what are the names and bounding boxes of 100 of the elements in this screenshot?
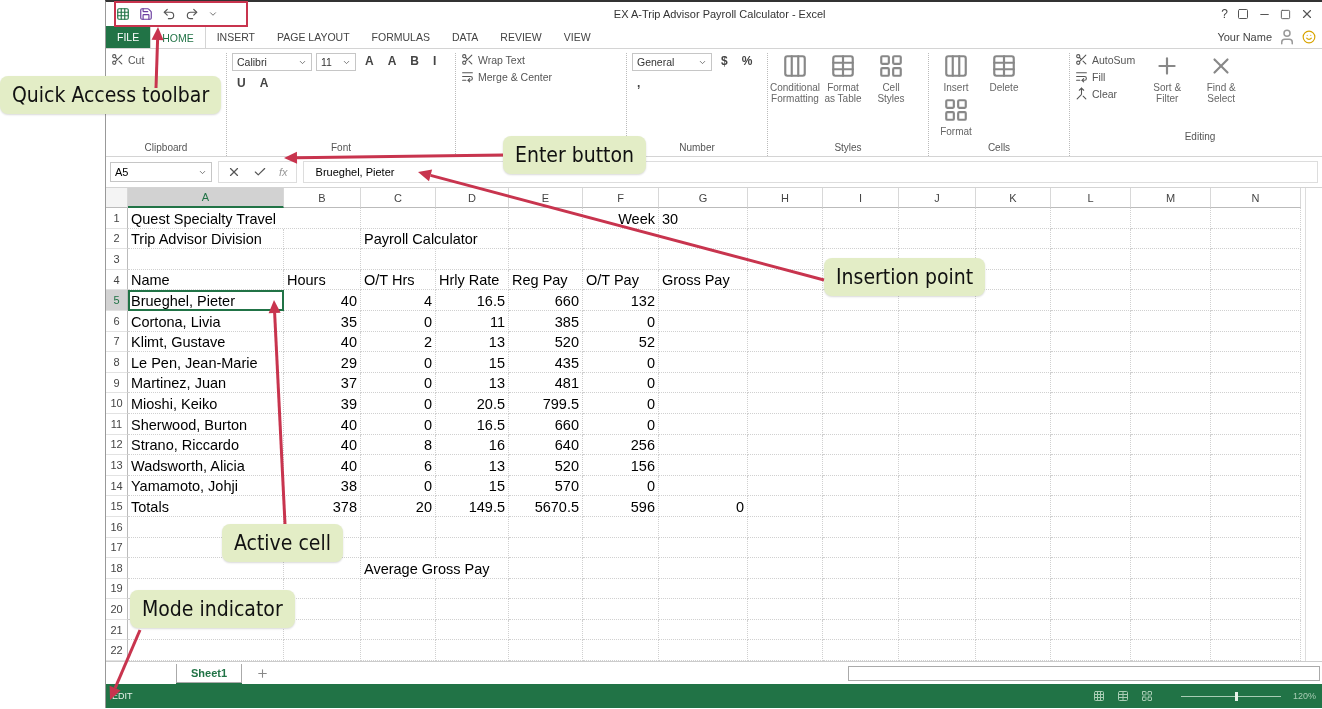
spreadsheet-cell[interactable] <box>1051 434 1131 456</box>
ribbon-command[interactable]: AutoSum <box>1075 53 1136 66</box>
spreadsheet-cell[interactable] <box>509 599 583 620</box>
ribbon-tab[interactable]: VIEW <box>552 26 602 48</box>
row-header[interactable]: 13 <box>106 455 128 476</box>
spreadsheet-cell[interactable] <box>284 640 361 662</box>
spreadsheet-cell[interactable] <box>509 208 583 229</box>
ribbon-command[interactable]: Format <box>934 97 978 137</box>
spreadsheet-cell[interactable] <box>748 475 823 497</box>
spreadsheet-cell[interactable] <box>509 619 583 641</box>
format-button[interactable]: $ <box>716 53 733 71</box>
name-box[interactable]: A5 <box>110 162 212 182</box>
column-header[interactable]: L <box>1051 188 1131 208</box>
spreadsheet-cell[interactable]: 640 <box>509 434 583 456</box>
spreadsheet-cell[interactable] <box>1131 455 1211 476</box>
spreadsheet-cell[interactable]: 40 <box>284 413 361 435</box>
row-header[interactable]: 18 <box>106 558 128 579</box>
spreadsheet-cell[interactable]: 37 <box>284 372 361 394</box>
spreadsheet-cell[interactable]: 40 <box>284 331 361 353</box>
spreadsheet-cell[interactable]: 16 <box>436 434 509 456</box>
spreadsheet-cell[interactable] <box>899 434 976 456</box>
column-header[interactable]: B <box>284 188 361 208</box>
row-header[interactable]: 19 <box>106 578 128 600</box>
spreadsheet-cell[interactable] <box>1051 496 1131 517</box>
row-header[interactable]: 15 <box>106 496 128 517</box>
spreadsheet-cell[interactable] <box>659 372 748 394</box>
spreadsheet-cell[interactable]: 15 <box>436 475 509 497</box>
spreadsheet-cell[interactable] <box>659 352 748 373</box>
spreadsheet-cell[interactable] <box>1131 599 1211 620</box>
spreadsheet-cell[interactable] <box>976 228 1051 250</box>
spreadsheet-cell[interactable] <box>1051 269 1131 291</box>
spreadsheet-cell[interactable]: 0 <box>659 496 748 517</box>
spreadsheet-cell[interactable] <box>976 558 1051 579</box>
spreadsheet-cell[interactable] <box>748 331 823 353</box>
spreadsheet-cell[interactable] <box>1211 475 1301 497</box>
spreadsheet-cell[interactable] <box>361 640 436 662</box>
spreadsheet-cell[interactable] <box>748 537 823 559</box>
ribbon-tab[interactable]: PAGE LAYOUT <box>266 26 361 48</box>
spreadsheet-cell[interactable] <box>1051 393 1131 414</box>
spreadsheet-cell[interactable]: O/T Hrs <box>361 269 436 291</box>
spreadsheet-cell[interactable] <box>1051 558 1131 579</box>
spreadsheet-cell[interactable] <box>436 516 509 538</box>
spreadsheet-cell[interactable] <box>976 619 1051 641</box>
spreadsheet-cell[interactable] <box>976 310 1051 332</box>
format-button[interactable]: % <box>736 53 758 71</box>
spreadsheet-cell[interactable] <box>1211 516 1301 538</box>
spreadsheet-cell[interactable] <box>748 249 823 270</box>
spreadsheet-cell[interactable] <box>1051 310 1131 332</box>
format-button[interactable]: A <box>254 75 274 91</box>
spreadsheet-cell[interactable]: 0 <box>361 413 436 435</box>
spreadsheet-cell[interactable] <box>659 228 748 250</box>
spreadsheet-cell[interactable] <box>1211 269 1301 291</box>
spreadsheet-cell[interactable] <box>1131 393 1211 414</box>
spreadsheet-cell[interactable] <box>823 310 899 332</box>
spreadsheet-cell[interactable]: 596 <box>583 496 659 517</box>
spreadsheet-cell[interactable] <box>976 393 1051 414</box>
spreadsheet-cell[interactable] <box>899 413 976 435</box>
spreadsheet-cell[interactable] <box>899 455 976 476</box>
spreadsheet-cell[interactable] <box>1051 599 1131 620</box>
spreadsheet-cell[interactable] <box>659 516 748 538</box>
spreadsheet-cell[interactable] <box>1051 578 1131 600</box>
spreadsheet-cell[interactable]: 16.5 <box>436 413 509 435</box>
spreadsheet-cell[interactable]: 29 <box>284 352 361 373</box>
spreadsheet-cell[interactable] <box>748 496 823 517</box>
spreadsheet-cell[interactable] <box>1211 228 1301 250</box>
ribbon-command[interactable]: Wrap Text <box>461 53 621 66</box>
ribbon-tab[interactable]: FORMULAS <box>360 26 441 48</box>
format-button[interactable]: A <box>382 53 402 71</box>
page-layout-icon[interactable] <box>1116 690 1129 702</box>
spreadsheet-cell[interactable] <box>284 249 361 270</box>
spreadsheet-cell[interactable] <box>823 372 899 394</box>
spreadsheet-cell[interactable] <box>1211 352 1301 373</box>
format-button[interactable]: B <box>405 53 424 71</box>
spreadsheet-cell[interactable] <box>976 208 1051 229</box>
spreadsheet-cell[interactable] <box>1051 475 1131 497</box>
spreadsheet-cell[interactable] <box>659 578 748 600</box>
column-header[interactable]: F <box>583 188 659 208</box>
zoom-level[interactable]: 120% <box>1292 691 1316 701</box>
row-header[interactable]: 20 <box>106 599 128 620</box>
spreadsheet-cell[interactable]: Sherwood, Burton <box>128 413 284 435</box>
ribbon-display-icon[interactable] <box>1237 8 1249 20</box>
spreadsheet-cell[interactable] <box>976 496 1051 517</box>
spreadsheet-cell[interactable] <box>1211 496 1301 517</box>
spreadsheet-cell[interactable] <box>748 434 823 456</box>
spreadsheet-cell[interactable] <box>748 228 823 250</box>
spreadsheet-cell[interactable] <box>1131 413 1211 435</box>
column-header[interactable]: N <box>1211 188 1301 208</box>
spreadsheet-cell[interactable] <box>1131 475 1211 497</box>
row-header[interactable]: 1 <box>106 208 128 229</box>
spreadsheet-cell[interactable] <box>1211 558 1301 579</box>
spreadsheet-cell[interactable] <box>1051 372 1131 394</box>
spreadsheet-cell[interactable] <box>748 640 823 662</box>
spreadsheet-cell[interactable]: 149.5 <box>436 496 509 517</box>
spreadsheet-cell[interactable] <box>748 310 823 332</box>
spreadsheet-cell[interactable] <box>976 352 1051 373</box>
spreadsheet-cell[interactable] <box>823 413 899 435</box>
spreadsheet-cell[interactable] <box>748 578 823 600</box>
spreadsheet-cell[interactable] <box>583 558 659 579</box>
account-name[interactable]: Your Name <box>1217 31 1272 43</box>
spreadsheet-cell[interactable] <box>899 310 976 332</box>
